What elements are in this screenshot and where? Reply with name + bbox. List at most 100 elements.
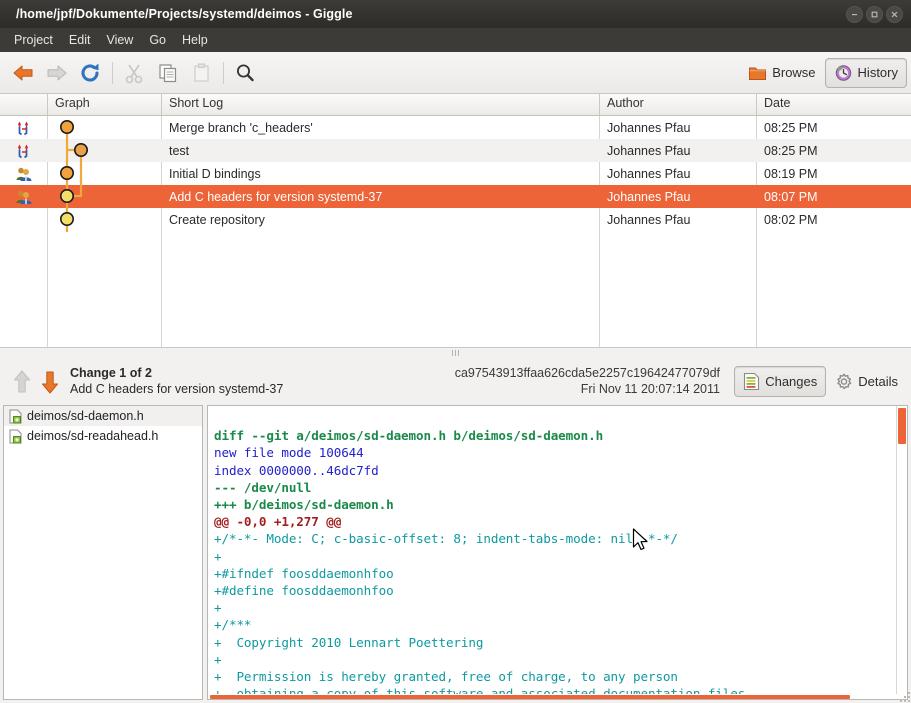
commit-list-pane: Graph Short Log Author Date Merge branch… [0, 94, 911, 347]
diff-line: + Permission is hereby granted, free of … [214, 669, 678, 685]
tab-changes[interactable]: Changes [734, 366, 827, 397]
diff-line: diff --git a/deimos/sd-daemon.h b/deimos… [214, 428, 604, 444]
scrollbar-thumb[interactable] [210, 695, 850, 699]
toolbar: Browse History [0, 52, 911, 94]
diff-line: + Copyright 2010 Lennart Poettering [214, 634, 484, 650]
detail-body: deimos/sd-daemon.h deimos/sd-readahead.h… [0, 405, 911, 703]
title-bar: /home/jpf/Dokumente/Projects/systemd/dei… [0, 0, 911, 28]
commit-shortlog: test [169, 143, 190, 158]
pane-splitter[interactable] [0, 347, 911, 358]
table-row[interactable]: Create repository Johannes Pfau 08:02 PM [0, 208, 911, 231]
diff-line: + [214, 548, 222, 564]
commit-rows: Merge branch 'c_headers' Johannes Pfau 0… [0, 116, 911, 347]
forward-button [40, 56, 74, 90]
tab-details-label: Details [858, 374, 898, 389]
folder-icon [749, 67, 767, 80]
window-title: /home/jpf/Dokumente/Projects/systemd/dei… [16, 7, 353, 21]
people-icon [0, 189, 48, 205]
window-controls [846, 0, 903, 28]
commit-date: 08:07 PM [764, 189, 818, 204]
window-resize-grip[interactable] [898, 690, 910, 702]
arrow-up-icon [14, 370, 30, 392]
toolbar-mode-group: Browse History [739, 52, 907, 93]
commit-shortlog: Initial D bindings [169, 166, 261, 181]
diff-line: +++ b/deimos/sd-daemon.h [214, 497, 394, 513]
commit-date-full: Fri Nov 11 20:07:14 2011 [580, 381, 720, 396]
people-icon [0, 166, 48, 182]
changed-file-list[interactable]: deimos/sd-daemon.h deimos/sd-readahead.h [3, 405, 203, 700]
column-header-graph[interactable]: Graph [48, 94, 162, 115]
commit-shortlog: Merge branch 'c_headers' [169, 120, 313, 135]
toolbar-separator-1 [112, 61, 113, 84]
merge-tool-icon [0, 143, 48, 159]
scrollbar-thumb[interactable] [898, 408, 906, 444]
tab-changes-label: Changes [765, 374, 818, 389]
column-header-date[interactable]: Date [757, 94, 911, 115]
cut-button [117, 56, 151, 90]
table-row[interactable]: Initial D bindings Johannes Pfau 08:19 P… [0, 162, 911, 185]
merge-tool-icon [0, 120, 48, 136]
tab-details[interactable]: Details [826, 367, 907, 397]
column-header-shortlog[interactable]: Short Log [162, 94, 600, 115]
copy-button[interactable] [151, 56, 185, 90]
commit-date: 08:02 PM [764, 212, 818, 227]
diff-line: +#define foosddaemonhfoo [214, 583, 394, 599]
diff-content: diff --git a/deimos/sd-daemon.h b/deimos… [208, 406, 907, 699]
refresh-button[interactable] [74, 56, 108, 90]
commit-shortlog: Add C headers for version systemd-37 [169, 189, 383, 204]
change-subject: Add C headers for version systemd-37 [70, 381, 284, 396]
commit-author: Johannes Pfau [607, 166, 691, 181]
refresh-icon [81, 63, 99, 82]
arrow-down-icon [42, 371, 58, 393]
change-counter: Change 1 of 2 [70, 365, 152, 380]
giggle-window: /home/jpf/Dokumente/Projects/systemd/dei… [0, 0, 911, 703]
table-row[interactable]: test Johannes Pfau 08:25 PM [0, 139, 911, 162]
table-row[interactable]: Merge branch 'c_headers' Johannes Pfau 0… [0, 116, 911, 139]
column-header-icon[interactable] [0, 94, 48, 115]
back-button[interactable] [6, 56, 40, 90]
menu-edit[interactable]: Edit [61, 30, 99, 50]
diff-horizontal-scrollbar[interactable] [208, 694, 897, 699]
file-name: deimos/sd-daemon.h [27, 409, 144, 423]
file-added-icon [9, 409, 22, 423]
close-icon[interactable] [886, 5, 903, 23]
diff-line: new file mode 100644 [214, 445, 364, 461]
maximize-icon[interactable] [866, 5, 883, 23]
commit-date: 08:25 PM [764, 120, 818, 135]
diff-line: + [214, 651, 222, 667]
list-item[interactable]: deimos/sd-readahead.h [4, 426, 202, 446]
diff-vertical-scrollbar[interactable] [896, 406, 907, 699]
menu-help[interactable]: Help [174, 30, 216, 50]
commit-date: 08:19 PM [764, 166, 818, 181]
menu-project[interactable]: Project [6, 30, 61, 50]
commit-date: 08:25 PM [764, 143, 818, 158]
menu-bar: Project Edit View Go Help [0, 28, 911, 52]
diff-line: +/*** [214, 617, 252, 633]
menu-go[interactable]: Go [141, 30, 174, 50]
table-row-selected[interactable]: Add C headers for version systemd-37 Joh… [0, 185, 911, 208]
minimize-icon[interactable] [846, 5, 863, 23]
diff-line: @@ -0,0 +1,277 @@ [214, 514, 342, 530]
browse-button[interactable]: Browse [739, 58, 824, 88]
next-change-button[interactable] [36, 369, 64, 395]
previous-change-button[interactable] [8, 369, 36, 395]
column-header-author[interactable]: Author [600, 94, 757, 115]
splitter-grip [449, 350, 463, 356]
file-added-icon [9, 429, 22, 443]
history-button[interactable]: History [824, 57, 907, 88]
menu-view[interactable]: View [98, 30, 141, 50]
search-button[interactable] [228, 56, 262, 90]
diff-view[interactable]: diff --git a/deimos/sd-daemon.h b/deimos… [207, 405, 908, 700]
forward-icon [47, 65, 67, 80]
commit-meta: ca97543913ffaa626cda5e2257c19642477079df… [420, 366, 720, 397]
diff-line: +/*-*- Mode: C; c-basic-offset: 8; inden… [214, 531, 678, 547]
history-icon [835, 64, 851, 81]
detail-pane: Change 1 of 2 Add C headers for version … [0, 358, 911, 703]
toolbar-separator-2 [223, 61, 224, 84]
file-name: deimos/sd-readahead.h [27, 429, 159, 443]
commit-author: Johannes Pfau [607, 212, 691, 227]
list-item[interactable]: deimos/sd-daemon.h [4, 406, 202, 426]
copy-icon [159, 63, 177, 82]
commit-table-header: Graph Short Log Author Date [0, 94, 911, 116]
diff-line: +#ifndef foosddaemonhfoo [214, 565, 394, 581]
